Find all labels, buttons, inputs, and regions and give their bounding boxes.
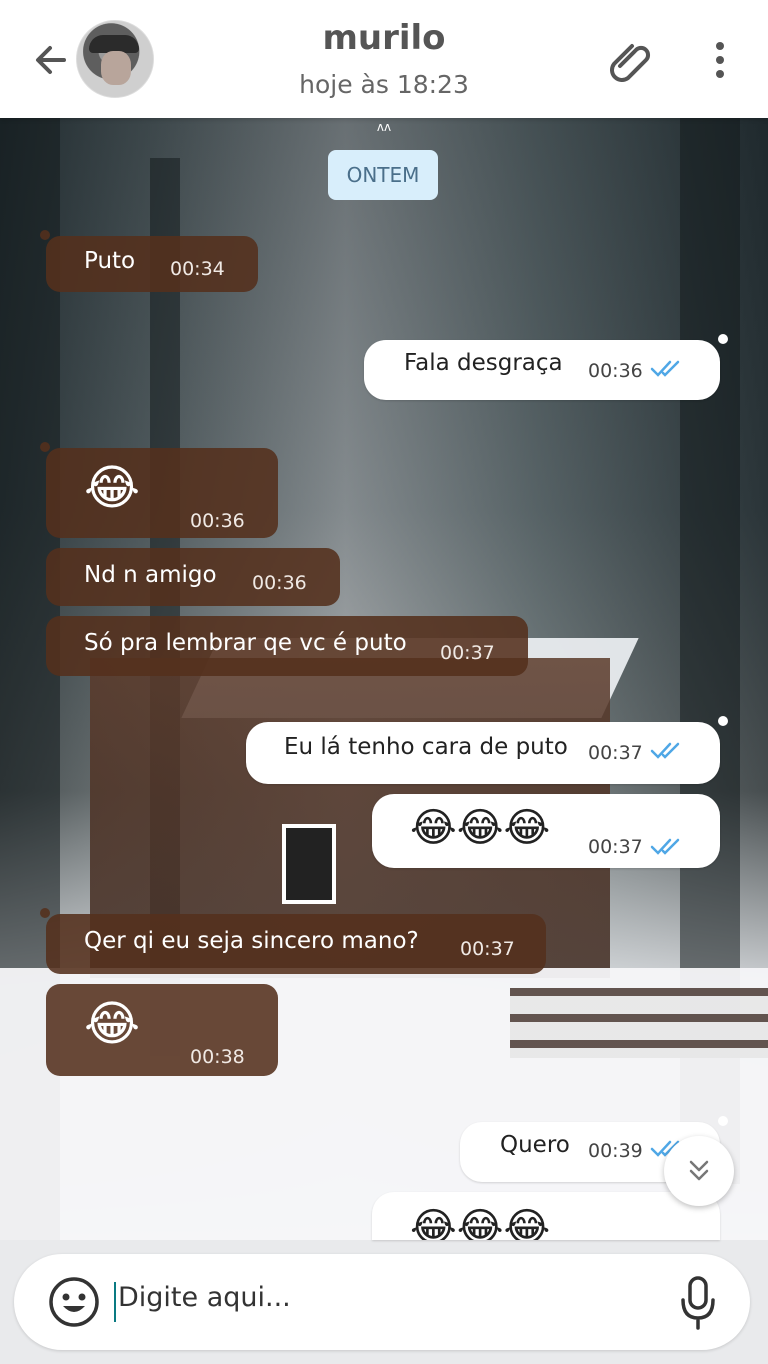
message-time: 00:34 [170,258,225,280]
message-time: 00:39 [588,1140,643,1162]
message-time: 00:37 [588,836,643,858]
bubble-tail [40,442,50,452]
double-check-icon [650,360,680,377]
message-time: 00:38 [190,1046,245,1068]
text-caret [114,1282,116,1322]
chat-header: murilo hoje às 18:23 [0,0,768,118]
message-time: 00:37 [460,938,515,960]
message-time: 00:37 [588,742,643,764]
message-input[interactable]: Digite aqui... [118,1282,291,1313]
message-emoji: 😂😂😂 [410,805,551,851]
message-time: 00:36 [252,572,307,594]
message-text: Fala desgraça [404,350,563,376]
incoming-message[interactable]: 😂 00:36 [46,448,278,538]
message-text: Nd n amigo [84,562,217,588]
microphone-icon[interactable] [678,1274,718,1332]
paperclip-icon[interactable] [606,36,656,86]
bubble-tail [40,230,50,240]
message-time: 00:36 [190,510,245,532]
message-emoji: 😂 [84,996,141,1052]
scroll-top-indicator: ʌʌ [376,120,392,134]
outgoing-message[interactable]: Eu lá tenho cara de puto 00:37 [246,722,720,784]
incoming-message[interactable]: Nd n amigo 00:36 [46,548,340,606]
outgoing-message[interactable]: 😂😂😂 00:37 [372,794,720,868]
incoming-message[interactable]: Só pra lembrar qe vc é puto 00:37 [46,616,528,676]
incoming-message[interactable]: 😂 00:38 [46,984,278,1076]
message-text: Só pra lembrar qe vc é puto [84,630,407,656]
message-text: Puto [84,248,136,274]
scroll-down-button[interactable] [664,1136,734,1206]
message-text: Quero [500,1132,570,1158]
bubble-tail [718,1116,728,1126]
bubble-tail [718,716,728,726]
incoming-message[interactable]: Qer qi eu seja sincero mano? 00:37 [46,914,546,974]
bubble-tail [40,908,50,918]
outgoing-message[interactable]: 😂😂😂 [372,1192,720,1240]
message-composer[interactable]: Digite aqui... [14,1254,750,1350]
double-check-icon [650,838,680,855]
double-check-icon [650,742,680,759]
incoming-message[interactable]: Puto 00:34 [46,236,258,292]
bubble-tail [718,334,728,344]
message-time: 00:37 [440,642,495,664]
chevron-double-down-icon [689,1160,709,1181]
smiley-icon[interactable] [48,1276,100,1328]
message-text: Eu lá tenho cara de puto [284,734,568,760]
message-time: 00:36 [588,360,643,382]
message-emoji: 😂 [84,460,141,516]
more-vertical-icon[interactable] [708,38,732,82]
message-emoji: 😂😂😂 [410,1205,551,1240]
outgoing-message[interactable]: Fala desgraça 00:36 [364,340,720,400]
message-text: Qer qi eu seja sincero mano? [84,928,419,954]
date-separator: ONTEM [328,150,438,200]
